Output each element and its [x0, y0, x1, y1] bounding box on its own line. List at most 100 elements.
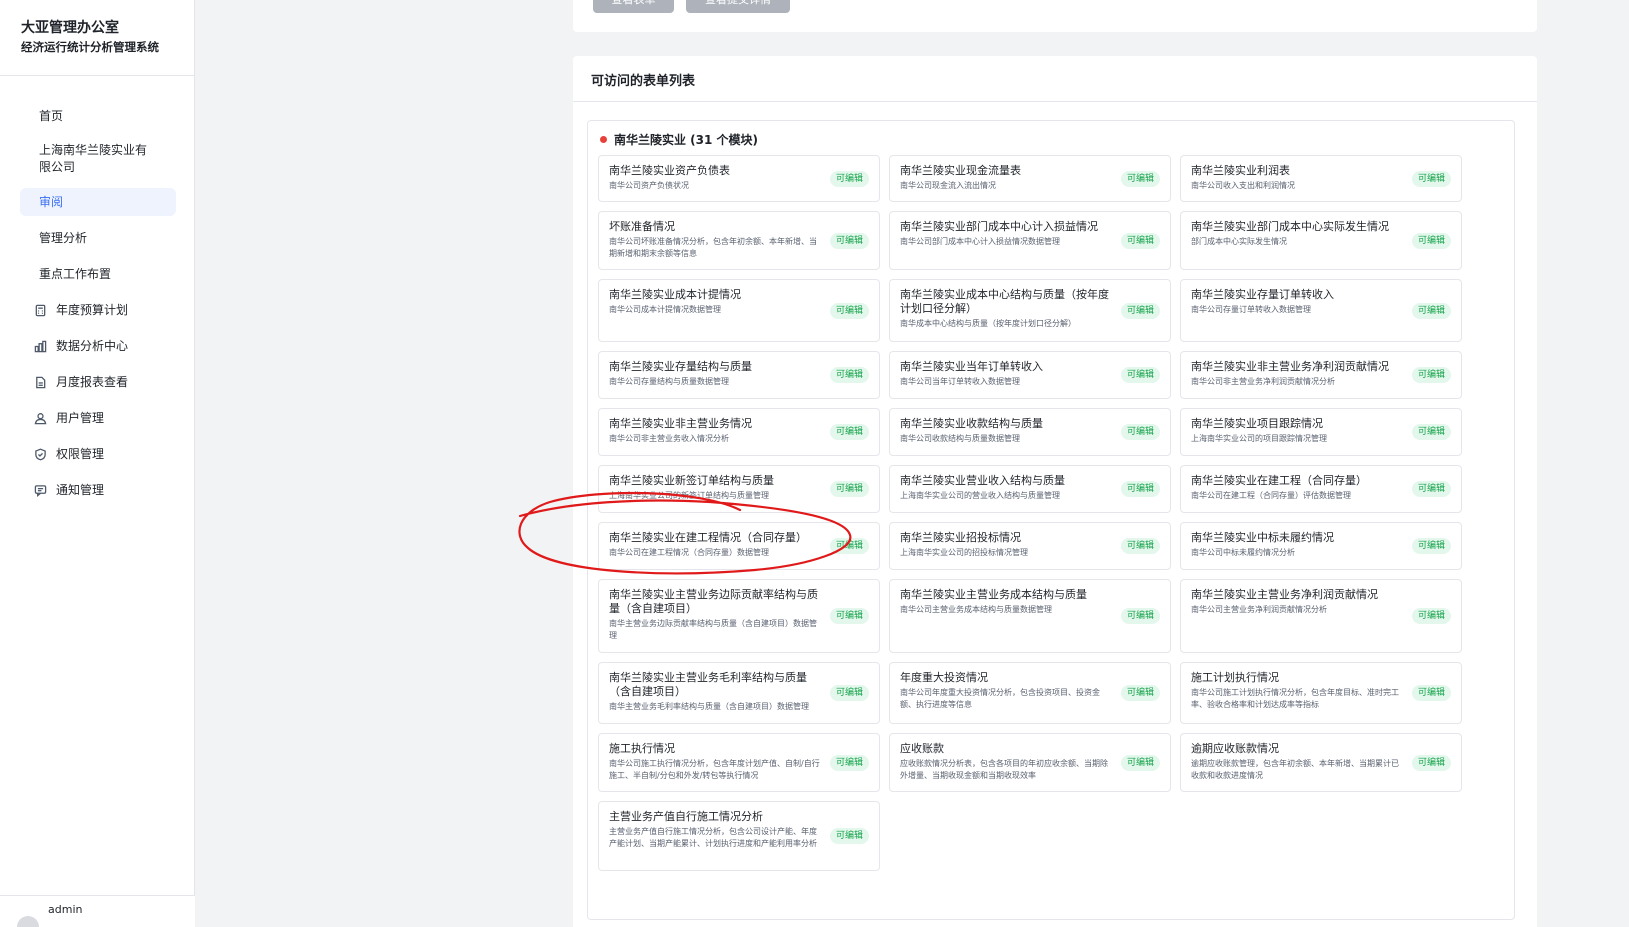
- form-card[interactable]: 南华兰陵实业存量订单转收入 南华公司存量订单转收入数据管理 可编辑: [1180, 279, 1462, 342]
- form-name: 南华兰陵实业部门成本中心计入损益情况: [900, 220, 1098, 233]
- sidebar-item-label: 审阅: [39, 194, 64, 209]
- view-form-button[interactable]: 查看表单: [593, 0, 674, 13]
- form-card[interactable]: 南华兰陵实业部门成本中心计入损益情况 南华公司部门成本中心计入损益情况数据管理 可编…: [889, 211, 1171, 270]
- message-icon: [34, 484, 47, 497]
- form-card[interactable]: 应收账款 应收账款情况分析表，包含各项目的年初应收余额、当期除外增量、当期收现金额…: [889, 733, 1171, 792]
- form-card[interactable]: 施工计划执行情况 南华公司施工计划执行情况分析，包含年度目标、准时完工率、验收合格…: [1180, 662, 1462, 724]
- group-title-text: 南华兰陵实业 (31 个模块): [614, 133, 759, 147]
- editable-badge: 可编辑: [1120, 367, 1160, 383]
- sidebar-item-user-management[interactable]: 用户管理: [20, 404, 176, 432]
- users-icon: [34, 412, 47, 425]
- sidebar-item-home[interactable]: 首页: [20, 102, 176, 130]
- form-card[interactable]: 年度重大投资情况 南华公司年度重大投资情况分析，包含投资项目、投资金额、执行进度等…: [889, 662, 1171, 724]
- form-card[interactable]: 南华兰陵实业主营业务毛利率结构与质量（含自建项目） 南华主营业务毛利率结构与质量（…: [598, 662, 880, 724]
- form-card[interactable]: 南华兰陵实业新签订单结构与质量 上海南华实业公司的新签订单结构与质量管理 可编辑: [598, 465, 880, 513]
- editable-badge: 可编辑: [829, 685, 869, 701]
- sidebar-item-notification-management[interactable]: 通知管理: [20, 476, 176, 504]
- sidebar-item-review[interactable]: 审阅: [20, 188, 176, 216]
- top-card: 查看表单 查看提交详情: [573, 0, 1537, 32]
- editable-badge: 可编辑: [1120, 302, 1160, 319]
- editable-badge: 可编辑: [1120, 170, 1160, 187]
- form-card[interactable]: 南华兰陵实业资产负债表 南华公司资产负债状况 可编辑: [598, 155, 880, 202]
- form-name: 年度重大投资情况: [900, 671, 988, 684]
- sidebar-item-label: 年度预算计划: [56, 302, 129, 317]
- editable-badge: 可编辑: [1411, 538, 1451, 554]
- user-name: admin: [48, 903, 83, 916]
- brand-title: 大亚管理办公室: [21, 20, 119, 36]
- editable-badge: 可编辑: [1411, 170, 1451, 187]
- editable-badge: 可编辑: [1411, 754, 1451, 771]
- form-name: 施工执行情况: [609, 742, 675, 755]
- sidebar-item-label: 通知管理: [56, 482, 105, 497]
- form-card[interactable]: 南华兰陵实业营业收入结构与质量 上海南华实业公司的营业收入结构与质量管理 可编辑: [889, 465, 1171, 513]
- form-card[interactable]: 南华兰陵实业项目跟踪情况 上海南华实业公司的项目跟踪情况管理 可编辑: [1180, 408, 1462, 456]
- sidebar-item-label: 月度报表查看: [56, 374, 129, 389]
- form-card[interactable]: 逾期应收账款情况 逾期应收账款管理，包含年初余额、本年新增、当期累计已收款和收款进…: [1180, 733, 1462, 792]
- sidebar-item-label: 上海南华兰陵实业有限公司: [39, 143, 148, 174]
- form-card[interactable]: 南华兰陵实业成本中心结构与质量（按年度计划口径分解） 南华成本中心结构与质量（按年…: [889, 279, 1171, 342]
- editable-badge: 可编辑: [829, 481, 869, 497]
- sidebar-item-management-analysis[interactable]: 管理分析: [20, 224, 176, 252]
- editable-badge: 可编辑: [1411, 608, 1451, 624]
- editable-badge: 可编辑: [829, 232, 869, 249]
- form-card[interactable]: 施工执行情况 南华公司施工执行情况分析，包含年度计划产值、自制/自行施工、半自制/…: [598, 733, 880, 792]
- status-dot-icon: [600, 136, 607, 143]
- form-card[interactable]: 南华兰陵实业当年订单转收入 南华公司当年订单转收入数据管理 可编辑: [889, 351, 1171, 399]
- form-card[interactable]: 南华兰陵实业利润表 南华公司收入支出和利润情况 可编辑: [1180, 155, 1462, 202]
- brand: 大亚管理办公室 经济运行统计分析管理系统: [0, 0, 194, 76]
- editable-badge: 可编辑: [829, 608, 869, 624]
- sidebar-nav: 首页上海南华兰陵实业有限公司审阅管理分析重点工作布置年度预算计划 数据分析中心 月度…: [20, 102, 176, 512]
- editable-badge: 可编辑: [1411, 481, 1451, 497]
- editable-badge: 可编辑: [1120, 685, 1160, 701]
- sidebar-item-label: 管理分析: [39, 230, 88, 245]
- form-card[interactable]: 坏账准备情况 南华公司坏账准备情况分析，包含年初余额、本年新增、当期新增和期末余额…: [598, 211, 880, 270]
- form-name: 南华兰陵实业主营业务成本结构与质量: [900, 588, 1087, 601]
- sidebar: 大亚管理办公室 经济运行统计分析管理系统 首页上海南华兰陵实业有限公司审阅管理分…: [0, 0, 195, 927]
- form-card[interactable]: 南华兰陵实业部门成本中心实际发生情况 部门成本中心实际发生情况 可编辑: [1180, 211, 1462, 270]
- form-name: 南华兰陵实业部门成本中心实际发生情况: [1191, 220, 1389, 233]
- sidebar-item-data-analysis[interactable]: 数据分析中心: [20, 332, 176, 360]
- form-card[interactable]: 南华兰陵实业现金流量表 南华公司现金流入流出情况 可编辑: [889, 155, 1171, 202]
- editable-badge: 可编辑: [829, 302, 869, 319]
- view-submission-button[interactable]: 查看提交详情: [686, 0, 790, 13]
- editable-badge: 可编辑: [1120, 232, 1160, 249]
- form-card[interactable]: 南华兰陵实业非主营业务净利润贡献情况 南华公司非主营业务净利润贡献情况分析 可编辑: [1180, 351, 1462, 399]
- editable-badge: 可编辑: [1411, 424, 1451, 440]
- form-name: 南华兰陵实业成本计提情况: [609, 288, 741, 301]
- sidebar-item-company[interactable]: 上海南华兰陵实业有限公司: [20, 138, 176, 180]
- form-card[interactable]: 南华兰陵实业成本计提情况 南华公司成本计提情况数据管理 可编辑: [598, 279, 880, 342]
- editable-badge: 可编辑: [1120, 754, 1160, 771]
- form-card[interactable]: 南华兰陵实业主营业务净利润贡献情况 南华公司主营业务净利润贡献情况分析 可编辑: [1180, 579, 1462, 653]
- editable-badge: 可编辑: [829, 424, 869, 440]
- sidebar-item-label: 权限管理: [56, 446, 105, 461]
- sidebar-item-permission-management[interactable]: 权限管理: [20, 440, 176, 468]
- form-card[interactable]: 南华兰陵实业主营业务边际贡献率结构与质量（含自建项目） 南华主营业务边际贡献率结构…: [598, 579, 880, 653]
- editable-badge: 可编辑: [1120, 608, 1160, 624]
- form-name: 应收账款: [900, 742, 944, 755]
- form-card[interactable]: 南华兰陵实业在建工程（合同存量） 南华公司在建工程（合同存量）评估数据管理 可编辑: [1180, 465, 1462, 513]
- group-title: 南华兰陵实业 (31 个模块): [600, 131, 758, 148]
- editable-badge: 可编辑: [1411, 367, 1451, 383]
- form-card[interactable]: 南华兰陵实业存量结构与质量 南华公司存量结构与质量数据管理 可编辑: [598, 351, 880, 399]
- sidebar-item-label: 用户管理: [56, 410, 105, 425]
- form-card[interactable]: 南华兰陵实业收款结构与质量 南华公司收款结构与质量数据管理 可编辑: [889, 408, 1171, 456]
- form-name: 坏账准备情况: [609, 220, 675, 233]
- form-name: 逾期应收账款情况: [1191, 742, 1279, 755]
- form-list-title: 可访问的表单列表: [573, 56, 1537, 102]
- sidebar-item-label: 数据分析中心: [56, 338, 129, 353]
- form-card[interactable]: 主营业务产值自行施工情况分析 主营业务产值自行施工情况分析，包含公司设计产能、年度…: [598, 801, 880, 871]
- form-card[interactable]: 南华兰陵实业招投标情况 上海南华实业公司的招投标情况管理 可编辑: [889, 522, 1171, 570]
- form-card[interactable]: 南华兰陵实业中标未履约情况 南华公司中标未履约情况分析 可编辑: [1180, 522, 1462, 570]
- sidebar-item-annual-budget[interactable]: 年度预算计划: [20, 296, 176, 324]
- form-card[interactable]: 南华兰陵实业主营业务成本结构与质量 南华公司主营业务成本结构与质量数据管理 可编辑: [889, 579, 1171, 653]
- form-card[interactable]: 南华兰陵实业非主营业务情况 南华公司非主营业务收入情况分析 可编辑: [598, 408, 880, 456]
- editable-badge: 可编辑: [829, 828, 869, 844]
- form-card[interactable]: 南华兰陵实业在建工程情况（合同存量） 南华公司在建工程情况（合同存量）数据管理 可编…: [598, 522, 880, 570]
- sidebar-item-key-work[interactable]: 重点工作布置: [20, 260, 176, 288]
- bar-chart-icon: [34, 340, 47, 353]
- editable-badge: 可编辑: [829, 754, 869, 771]
- user-bar[interactable]: admin: [0, 895, 195, 927]
- form-description: 南华主营业务毛利率结构与质量（含自建项目）数据管理: [609, 702, 809, 711]
- avatar[interactable]: [17, 916, 39, 927]
- sidebar-item-monthly-report[interactable]: 月度报表查看: [20, 368, 176, 396]
